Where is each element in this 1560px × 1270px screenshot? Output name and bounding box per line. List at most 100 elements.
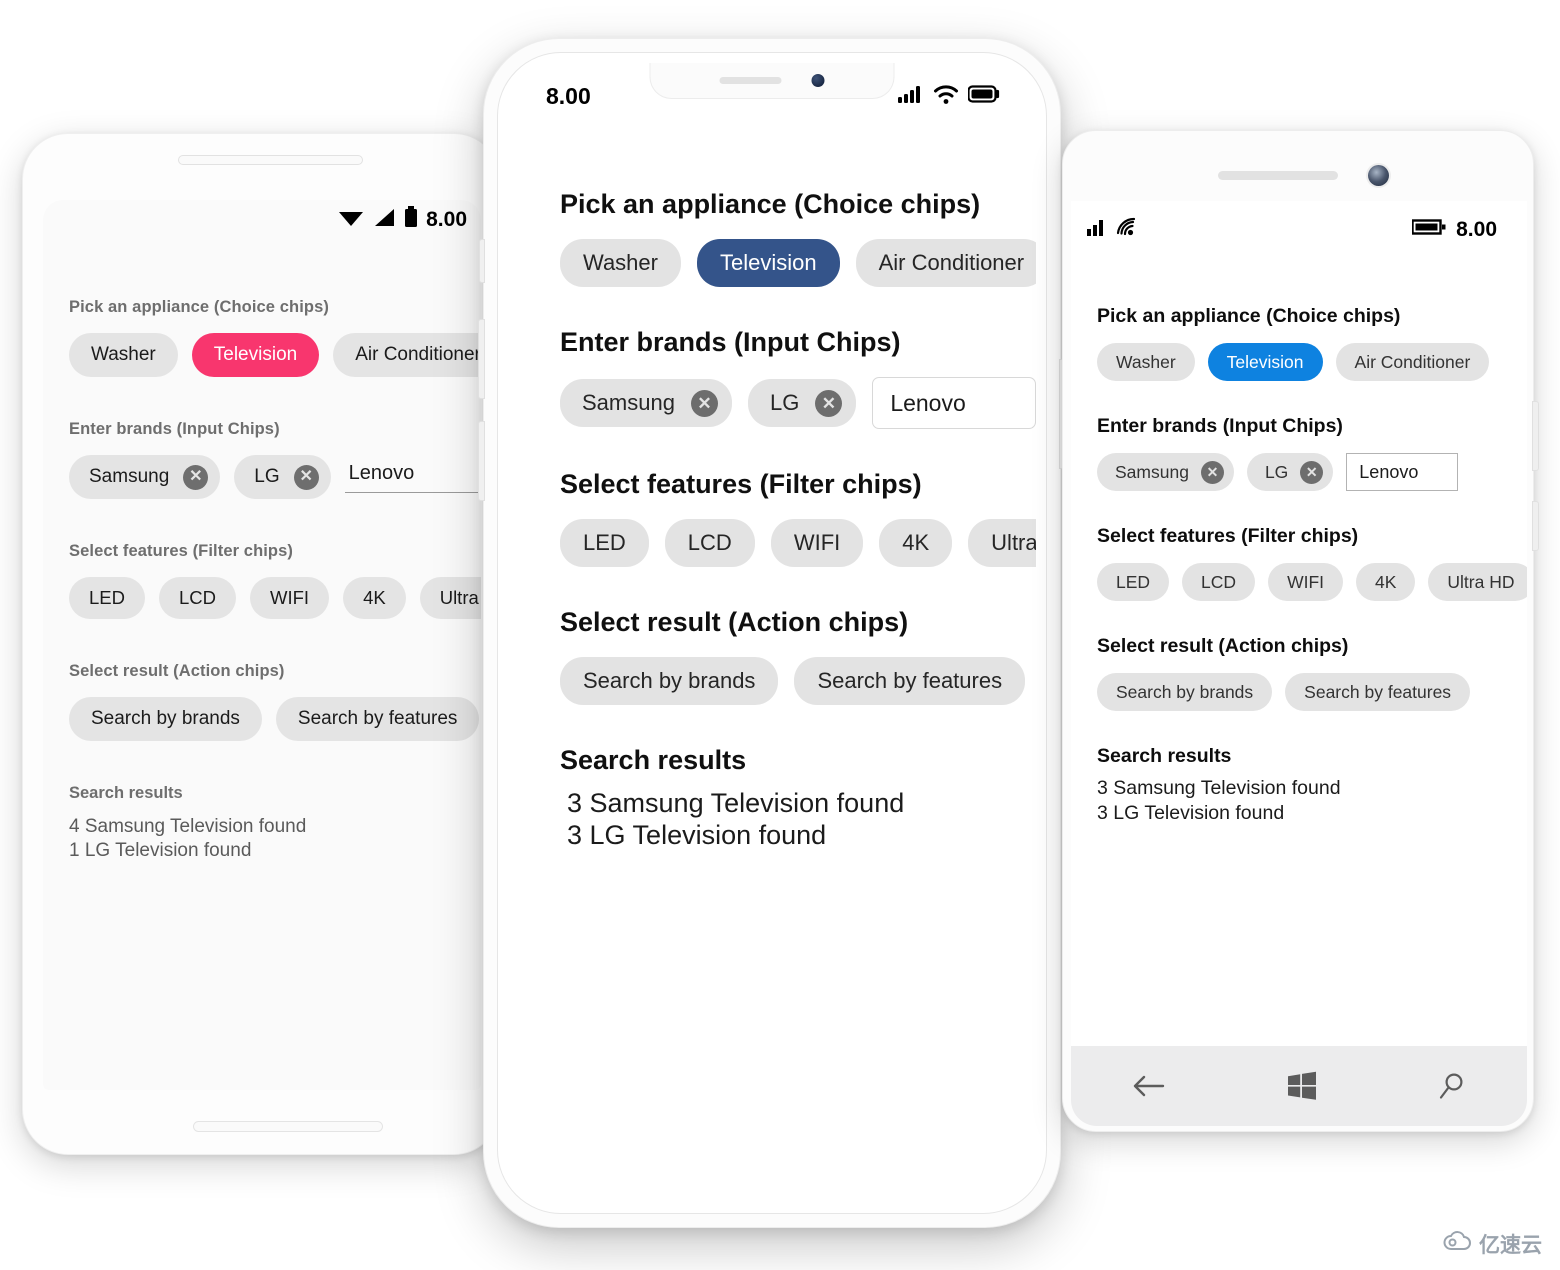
- close-icon[interactable]: ✕: [815, 389, 843, 417]
- back-button[interactable]: [1132, 1073, 1166, 1099]
- chip-air-conditioner[interactable]: Air Conditioner: [1335, 343, 1490, 381]
- android-device-frame: 8.00 Pick an appliance (Choice chips) Wa…: [22, 133, 500, 1155]
- android-action-label: Select result (Action chips): [69, 662, 285, 680]
- action-chip-search-by-brands[interactable]: Search by brands: [560, 657, 779, 705]
- chip-washer[interactable]: Washer: [560, 239, 681, 287]
- windows-volume-button[interactable]: [1532, 401, 1539, 471]
- ios-input-label: Enter brands (Input Chips): [560, 327, 901, 357]
- android-result-line: 4 Samsung Television found: [69, 816, 307, 837]
- screenshot-stage: 8.00 Pick an appliance (Choice chips) Wa…: [0, 0, 1560, 1270]
- brand-input-field[interactable]: Lenovo: [872, 377, 1036, 429]
- windows-input-chip-row: Samsung ✕ LG ✕ Lenovo: [1097, 453, 1527, 491]
- ios-action-chip-row: Search by brands Search by features: [560, 657, 1036, 705]
- windows-power-button[interactable]: [1532, 501, 1539, 551]
- windows-choice-label: Pick an appliance (Choice chips): [1097, 305, 1401, 327]
- ios-volume-up-button[interactable]: [478, 319, 485, 399]
- windows-filter-label: Select features (Filter chips): [1097, 525, 1359, 547]
- filter-chip-4k[interactable]: 4K: [343, 577, 406, 619]
- ios-status-icons: [898, 84, 1000, 109]
- filter-chip-wifi[interactable]: WIFI: [770, 519, 864, 567]
- ios-mute-switch[interactable]: [479, 239, 485, 283]
- chip-air-conditioner[interactable]: Air Conditioner: [855, 239, 1036, 287]
- signal-icon: [372, 207, 396, 233]
- close-icon[interactable]: ✕: [293, 464, 319, 490]
- action-chip-search-by-features[interactable]: Search by features: [794, 657, 1026, 705]
- windows-status-right: 8.00: [1411, 218, 1497, 242]
- chip-washer[interactable]: Washer: [69, 333, 178, 377]
- ios-content: Pick an appliance (Choice chips) Washer …: [508, 109, 1036, 851]
- battery-icon: [404, 206, 418, 234]
- filter-chip-led[interactable]: LED: [1097, 563, 1170, 601]
- wifi-icon: [1116, 217, 1140, 243]
- filter-chip-4k[interactable]: 4K: [879, 519, 953, 567]
- filter-chip-ultra-hd[interactable]: Ultra HD: [419, 577, 481, 619]
- chip-television[interactable]: Television: [696, 239, 840, 287]
- filter-chip-ultra-hd[interactable]: Ultra HD: [1428, 563, 1527, 601]
- windows-content: Pick an appliance (Choice chips) Washer …: [1071, 245, 1527, 827]
- filter-chip-lcd[interactable]: LCD: [159, 577, 237, 619]
- cloud-icon: [1442, 1230, 1472, 1258]
- action-chip-search-by-brands[interactable]: Search by brands: [1097, 673, 1273, 711]
- filter-chip-led[interactable]: LED: [560, 519, 649, 567]
- brand-input-field[interactable]: Lenovo: [344, 462, 481, 493]
- filter-chip-ultra-hd[interactable]: Ultra HD: [968, 519, 1036, 567]
- chip-television[interactable]: Television: [191, 333, 320, 377]
- close-icon[interactable]: ✕: [690, 389, 718, 417]
- ios-action-label: Select result (Action chips): [560, 607, 909, 637]
- windows-earpiece-speaker: [1218, 171, 1338, 180]
- android-content: Pick an appliance (Choice chips) Washer …: [43, 240, 481, 863]
- ios-result-line: 3 LG Television found: [567, 819, 827, 850]
- windows-result-line: 3 Samsung Television found: [1097, 777, 1341, 799]
- close-icon[interactable]: ✕: [183, 464, 209, 490]
- close-icon[interactable]: ✕: [1300, 460, 1324, 484]
- ios-volume-down-button[interactable]: [478, 421, 485, 501]
- close-icon[interactable]: ✕: [1200, 460, 1224, 484]
- input-chip-samsung[interactable]: Samsung ✕: [1097, 453, 1234, 491]
- filter-chip-wifi[interactable]: WIFI: [1268, 563, 1343, 601]
- windows-start-icon[interactable]: [1287, 1071, 1317, 1101]
- chip-television[interactable]: Television: [1207, 343, 1323, 381]
- filter-chip-wifi[interactable]: WIFI: [250, 577, 330, 619]
- ios-result-line: 3 Samsung Television found: [567, 788, 905, 818]
- windows-filter-chip-row: LED LCD WIFI 4K Ultra HD: [1097, 563, 1527, 601]
- input-chip-lg-label: LG: [1264, 461, 1289, 482]
- input-chip-lg[interactable]: LG ✕: [747, 379, 857, 427]
- windows-front-camera: [1368, 165, 1389, 186]
- ios-status-time: 8.00: [546, 82, 591, 109]
- action-chip-search-by-brands[interactable]: Search by brands: [69, 697, 262, 741]
- action-chip-search-by-features[interactable]: Search by features: [1285, 673, 1471, 711]
- input-chip-lg[interactable]: LG ✕: [1246, 453, 1334, 491]
- signal-icon: [1087, 218, 1107, 242]
- input-chip-lg[interactable]: LG ✕: [234, 455, 331, 499]
- filter-chip-led[interactable]: LED: [69, 577, 145, 619]
- ios-screen: 8.00 Pick an appliance (Choice chips) Wa…: [508, 63, 1036, 1203]
- ios-choice-label: Pick an appliance (Choice chips): [560, 189, 981, 219]
- windows-screen: 8.00 Pick an appliance (Choice chips) Wa…: [1071, 201, 1527, 1046]
- windows-result-line: 3 LG Television found: [1097, 802, 1285, 825]
- input-chip-samsung[interactable]: Samsung ✕: [69, 455, 221, 499]
- android-input-chip-row: Samsung ✕ LG ✕ Lenovo: [69, 455, 481, 499]
- input-chip-samsung-label: Samsung: [89, 466, 170, 487]
- windows-status-bar: 8.00: [1071, 201, 1527, 245]
- windows-results-label: Search results: [1097, 745, 1232, 767]
- ios-results-label: Search results: [560, 745, 747, 775]
- cellular-signal-icon: [898, 84, 924, 109]
- android-screen: 8.00 Pick an appliance (Choice chips) Wa…: [43, 200, 481, 1090]
- action-chip-search-by-features[interactable]: Search by features: [275, 697, 480, 741]
- chip-air-conditioner[interactable]: Air Conditioner: [333, 333, 481, 377]
- input-chip-samsung[interactable]: Samsung ✕: [560, 379, 732, 427]
- windows-status-time: 8.00: [1456, 218, 1497, 241]
- windows-action-label: Select result (Action chips): [1097, 635, 1349, 657]
- filter-chip-lcd[interactable]: LCD: [1182, 563, 1256, 601]
- ios-input-chip-row: Samsung ✕ LG ✕ Lenovo: [560, 377, 1036, 429]
- brand-input-field[interactable]: Lenovo: [1346, 453, 1459, 491]
- chip-washer[interactable]: Washer: [1097, 343, 1195, 381]
- input-chip-lg-label: LG: [769, 390, 800, 415]
- search-icon[interactable]: [1438, 1072, 1466, 1100]
- filter-chip-4k[interactable]: 4K: [1356, 563, 1416, 601]
- android-result-line: 1 LG Television found: [69, 839, 252, 861]
- windows-status-left: [1087, 217, 1140, 243]
- watermark-text: 亿速云: [1479, 1234, 1542, 1257]
- filter-chip-lcd[interactable]: LCD: [664, 519, 755, 567]
- ios-device-frame: 8.00 Pick an appliance (Choice chips) Wa…: [478, 38, 1066, 1228]
